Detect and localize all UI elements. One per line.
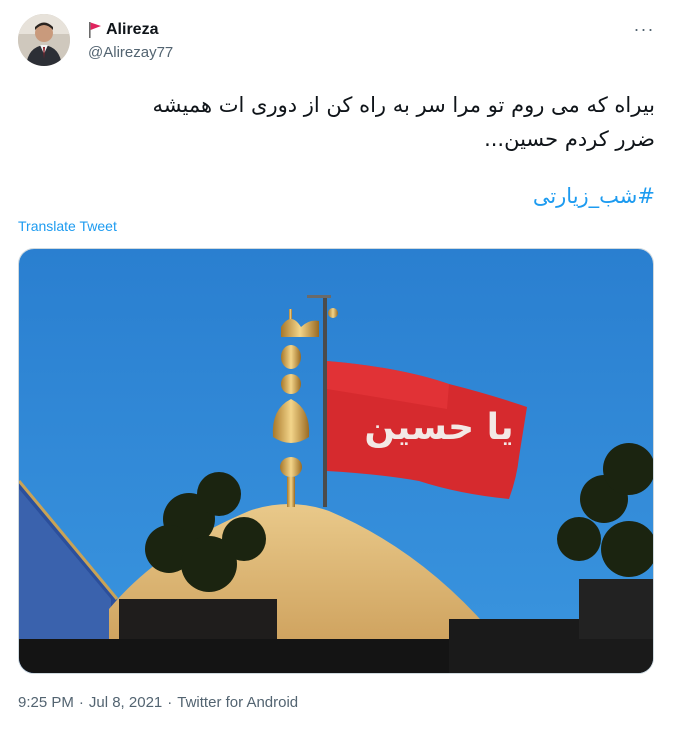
tweet-media-image[interactable]: یا حسین [18, 248, 654, 674]
more-options-button[interactable]: ··· [630, 18, 658, 40]
tweet-text-line: ضرر کردم حسین... [484, 127, 655, 151]
tweet-text: بیراه که می روم تو مرا سر به راه کن از د… [40, 88, 655, 156]
tweet-date[interactable]: Jul 8, 2021 [89, 694, 162, 711]
tweet-text-line: بیراه که می روم تو مرا سر به راه کن از د… [152, 93, 655, 117]
user-handle[interactable]: @Alirezay77 [88, 44, 173, 61]
red-flag-icon [88, 21, 102, 39]
more-horizontal-icon: ··· [633, 18, 655, 39]
avatar[interactable] [18, 14, 70, 66]
translate-tweet-link[interactable]: Translate Tweet [18, 218, 117, 234]
display-name[interactable]: Alireza [106, 21, 158, 39]
tweet-time[interactable]: 9:25 PM [18, 694, 74, 711]
flag-inscription: یا حسین [364, 407, 513, 448]
tweet-source[interactable]: Twitter for Android [177, 694, 298, 711]
tweet-card: Alireza @Alirezay77 ··· بیراه که می روم … [0, 0, 677, 735]
separator: · [78, 694, 84, 711]
author-name-row[interactable]: Alireza [88, 19, 158, 41]
hashtag-link[interactable]: #شب_زیارتی [300, 184, 655, 208]
separator: · [167, 694, 173, 711]
tweet-metadata: 9:25 PM · Jul 8, 2021 · Twitter for Andr… [18, 694, 298, 711]
